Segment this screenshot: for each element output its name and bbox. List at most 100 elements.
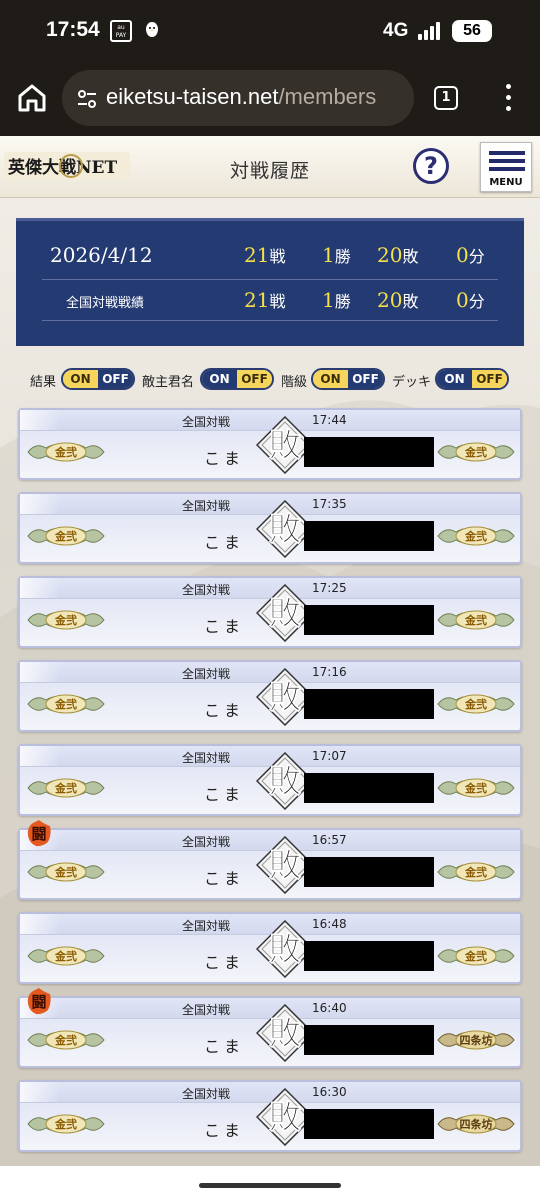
deck-toggle[interactable]: ON OFF — [435, 368, 509, 390]
site-settings-icon[interactable] — [76, 88, 98, 110]
battle-type: 全国対戦 — [182, 415, 231, 429]
battle-type: 全国対戦 — [182, 919, 231, 933]
player-name: こま — [204, 869, 245, 888]
player-rank-text: 金弐 — [54, 1033, 77, 1047]
opponent-name-redacted — [304, 605, 434, 635]
battle-row[interactable]: 全国対戦 16:40 金弐 こま 敗 四条坊 闘 — [18, 988, 522, 1068]
opponent-rank-badge: 金弐 — [437, 946, 515, 966]
battle-row[interactable]: 全国対戦 17:35 金弐 こま 敗 金弐 — [18, 492, 522, 564]
opponent-name-redacted — [304, 941, 434, 971]
toggle-on[interactable]: ON — [313, 370, 348, 388]
result-text: 敗 — [269, 930, 302, 968]
battle-row[interactable]: 全国対戦 16:30 金弐 こま 敗 四条坊 — [18, 1080, 522, 1152]
player-name: こま — [204, 1037, 245, 1056]
player-name: こま — [204, 449, 245, 468]
player-name: こま — [204, 1121, 245, 1140]
toggle-on[interactable]: ON — [437, 370, 472, 388]
battle-row[interactable]: 全国対戦 16:48 金弐 こま 敗 金弐 — [18, 912, 522, 984]
player-rank-text: 金弐 — [54, 865, 77, 879]
fight-seal-icon: 闘 — [27, 820, 51, 847]
opponent-name-toggle[interactable]: ON OFF — [200, 368, 274, 390]
opponent-name-redacted — [304, 689, 434, 719]
opponent-name-redacted — [304, 857, 434, 887]
national-label: 全国対戦戦績 — [66, 296, 145, 311]
opponent-rank-badge: 金弐 — [437, 442, 515, 462]
player-name: こま — [204, 533, 245, 552]
tab-switcher-button[interactable]: 1 — [434, 86, 458, 110]
summary-date: 2026/4/12 — [50, 243, 153, 267]
toggle-on[interactable]: ON — [202, 370, 237, 388]
daily-battles-unit: 戦 — [269, 247, 286, 266]
player-name: こま — [204, 953, 245, 972]
player-name: こま — [204, 617, 245, 636]
opponent-rank-badge: 四条坊 — [437, 1030, 515, 1050]
system-nav-bar — [0, 1166, 540, 1200]
toggle-off[interactable]: OFF — [98, 370, 133, 388]
daily-wins-value: 1 — [322, 243, 335, 267]
daily-losses-value: 20 — [377, 243, 403, 267]
player-rank-badge: 金弐 — [27, 442, 105, 462]
page-title: 対戦履歴 — [229, 160, 310, 182]
battle-row[interactable]: 全国対戦 17:44 金弐 こま 敗 金弐 — [18, 408, 522, 480]
national-summary-row: 全国対戦戦績 21戦 1勝 20敗 0分 — [42, 279, 498, 321]
battle-time: 16:57 — [312, 833, 347, 847]
home-icon[interactable] — [14, 80, 50, 116]
bird-notification-icon — [146, 22, 158, 37]
gesture-handle[interactable] — [199, 1183, 341, 1188]
display-filters: 結果 ON OFF 敵主君名 ON OFF 階級 ON OFF デッキ ON OFF — [30, 368, 530, 390]
opponent-name-redacted — [304, 1025, 434, 1055]
daily-draws-unit: 分 — [468, 247, 485, 266]
battle-row[interactable]: 全国対戦 16:57 金弐 こま 敗 金弐 闘 — [18, 820, 522, 900]
opponent-rank-text: 四条坊 — [460, 1033, 493, 1047]
battle-row[interactable]: 全国対戦 17:25 金弐 こま 敗 金弐 — [18, 576, 522, 648]
menu-label: MENU — [489, 177, 523, 188]
daily-battles: 21戦 — [244, 243, 285, 267]
address-bar[interactable]: eiketsu-taisen.net/members — [62, 70, 414, 126]
opponent-rank-text: 四条坊 — [460, 1117, 493, 1131]
daily-battles-value: 21 — [244, 243, 270, 267]
help-button[interactable]: ? — [413, 148, 449, 184]
more-options-icon[interactable] — [496, 84, 520, 114]
national-losses-unit: 敗 — [402, 292, 419, 311]
url-text[interactable]: eiketsu-taisen.net/members — [106, 84, 406, 110]
daily-draws-value: 0 — [456, 243, 469, 267]
player-rank-badge: 金弐 — [27, 526, 105, 546]
rank-toggle[interactable]: ON OFF — [311, 368, 385, 390]
result-text: 敗 — [269, 678, 302, 716]
toggle-off[interactable]: OFF — [348, 370, 383, 388]
battle-row[interactable]: 全国対戦 17:16 金弐 こま 敗 金弐 — [18, 660, 522, 732]
opponent-rank-badge: 金弐 — [437, 526, 515, 546]
menu-button[interactable]: MENU — [480, 142, 532, 192]
result-text: 敗 — [269, 426, 302, 464]
battle-row[interactable]: 全国対戦 17:07 金弐 こま 敗 金弐 — [18, 744, 522, 816]
filter-label-result: 結果 — [30, 375, 57, 390]
clock: 17:54 — [46, 18, 100, 41]
battle-type: 全国対戦 — [182, 751, 231, 765]
player-rank-badge: 金弐 — [27, 1114, 105, 1134]
result-toggle[interactable]: ON OFF — [61, 368, 135, 390]
filter-label-rank: 階級 — [281, 375, 308, 390]
daily-draws: 0分 — [456, 243, 485, 267]
player-rank-text: 金弐 — [54, 529, 77, 543]
opponent-rank-text: 金弐 — [464, 865, 487, 879]
battle-type: 全国対戦 — [182, 1087, 231, 1101]
national-battles-unit: 戦 — [269, 292, 286, 311]
toggle-on[interactable]: ON — [63, 370, 98, 388]
toggle-off[interactable]: OFF — [472, 370, 507, 388]
player-rank-text: 金弐 — [54, 949, 77, 963]
battle-type: 全国対戦 — [182, 835, 231, 849]
url-path: /members — [278, 84, 377, 109]
battle-time: 17:16 — [312, 665, 347, 679]
national-draws: 0分 — [456, 288, 485, 312]
national-wins-value: 1 — [322, 288, 335, 312]
opponent-rank-text: 金弐 — [464, 529, 487, 543]
browser-toolbar: eiketsu-taisen.net/members 1 — [0, 62, 540, 136]
toggle-off[interactable]: OFF — [237, 370, 272, 388]
player-rank-text: 金弐 — [54, 445, 77, 459]
opponent-rank-badge: 金弐 — [437, 778, 515, 798]
battle-time: 16:48 — [312, 917, 347, 931]
national-battles: 21戦 — [244, 288, 285, 312]
battle-time: 16:40 — [312, 1001, 347, 1015]
filter-label-opponent: 敵主君名 — [142, 375, 195, 390]
national-wins: 1勝 — [322, 288, 351, 312]
